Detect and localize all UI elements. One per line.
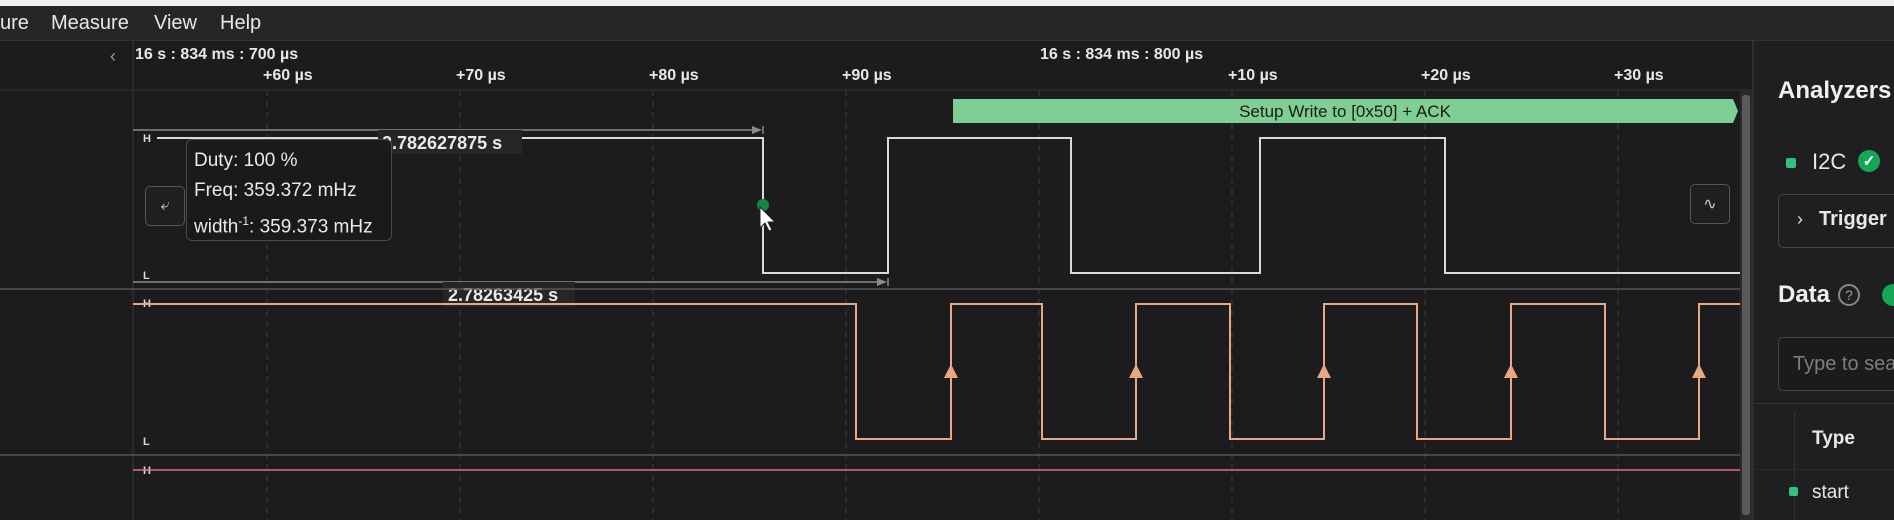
low-width-measurement: 2.78263425 s <box>448 285 558 305</box>
channel-1-low-label: L <box>143 436 150 448</box>
timeline-tick: +80 µs <box>649 67 699 84</box>
help-icon[interactable]: ? <box>1838 284 1860 306</box>
column-header-type[interactable]: Type <box>1812 428 1855 450</box>
tooltip-width: width-1: 359.373 mHz <box>194 206 391 242</box>
next-edge-button[interactable]: ∿ <box>1690 184 1730 224</box>
next-edge-icon: ∿ <box>1703 196 1717 213</box>
analyzer-ok-icon: ✓ <box>1858 150 1880 172</box>
analyzer-color-swatch <box>1786 158 1796 168</box>
decoder-frame-label: Setup Write to [0x50] + ACK <box>1239 102 1451 121</box>
timeline-left-reference: 16 s : 834 ms : 700 µs <box>135 46 298 63</box>
analyzers-title: Analyzers <box>1778 77 1892 104</box>
timeline-scroll-left-icon[interactable]: ‹ <box>110 46 116 66</box>
measure-cursor-dot[interactable] <box>757 199 769 211</box>
timeline-tick: +10 µs <box>1228 67 1278 84</box>
waveform-viewer[interactable]: ‹ 16 s : 834 ms : 700 µs 16 s : 834 ms :… <box>0 0 1752 520</box>
data-search-box <box>1778 337 1894 391</box>
timeline-tick: +30 µs <box>1614 67 1664 84</box>
data-title: Data <box>1778 281 1831 308</box>
table-header-divider <box>1754 403 1894 404</box>
tooltip-width-prefix: width <box>194 216 239 238</box>
timeline-right-reference: 16 s : 834 ms : 800 µs <box>1040 46 1203 63</box>
waveform-scrollbar-thumb[interactable] <box>1742 95 1750 515</box>
tooltip-frequency: Freq: 359.372 mHz <box>194 180 357 201</box>
tooltip-duty: Duty: 100 % <box>194 150 298 171</box>
previous-edge-icon: ⤶ <box>160 197 170 214</box>
table-row[interactable]: start <box>1812 482 1849 504</box>
table-row-divider <box>1754 469 1894 470</box>
tooltip-width-superscript: -1 <box>238 214 250 228</box>
timeline-tick: +20 µs <box>1421 67 1471 84</box>
chevron-right-icon: › <box>1797 209 1803 229</box>
previous-edge-button[interactable]: ⤶ <box>145 186 185 226</box>
channel-0-high-label: H <box>143 133 151 145</box>
row-color-swatch <box>1789 487 1798 496</box>
analyzer-name[interactable]: I2C <box>1812 149 1846 175</box>
tooltip-width-value: : 359.373 mHz <box>249 216 373 238</box>
trigger-label: Trigger <box>1819 208 1887 230</box>
table-column-divider <box>1794 411 1795 520</box>
data-search-input[interactable] <box>1791 352 1894 377</box>
data-status-icon <box>1882 284 1894 306</box>
high-width-measurement: 2.782627875 s <box>382 133 502 153</box>
channel-0-low-label: L <box>143 270 150 282</box>
timeline-tick: +90 µs <box>842 67 892 84</box>
analyzers-sidebar: Analyzers I2C ✓ › Trigger Data ? Type st… <box>1754 41 1894 520</box>
channel-2-high-label: H <box>143 465 151 477</box>
trigger-section-button[interactable]: › Trigger <box>1778 194 1894 248</box>
timeline-tick: +70 µs <box>456 67 506 84</box>
measurement-tooltip: Duty: 100 % Freq: 359.372 mHz width-1: 3… <box>186 139 392 241</box>
timeline-tick: +60 µs <box>263 67 313 84</box>
